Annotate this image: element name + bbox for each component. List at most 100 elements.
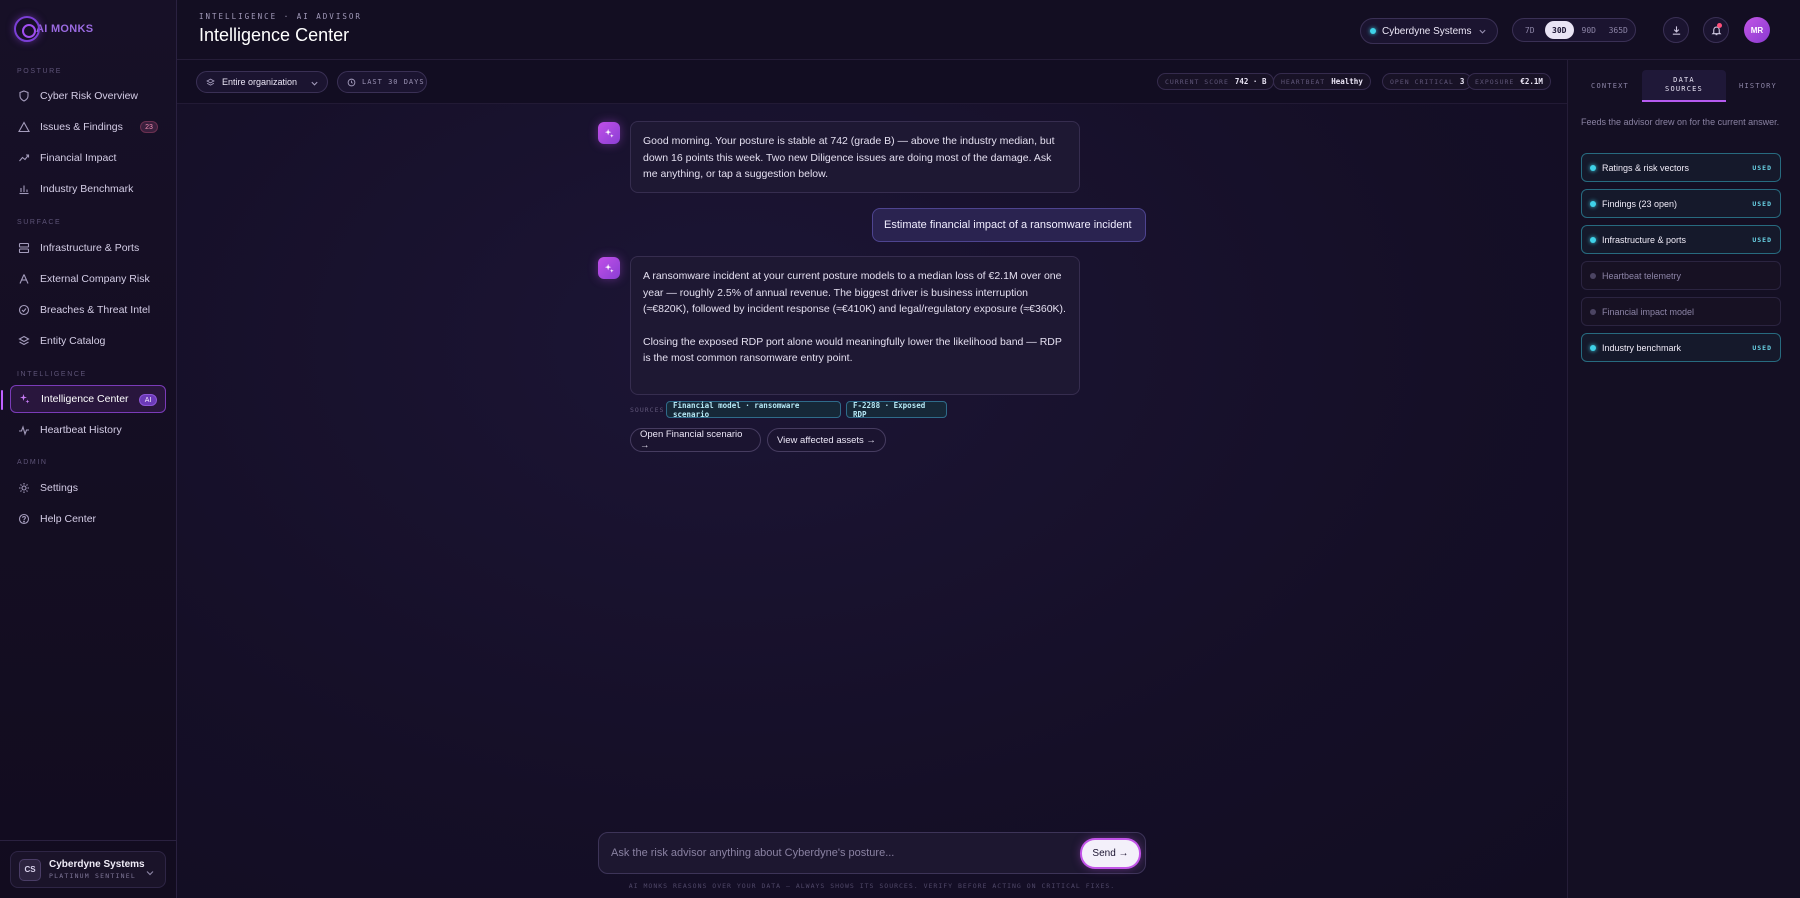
financial-icon xyxy=(18,152,30,164)
data-source-row[interactable]: Ratings & risk vectors USED xyxy=(1581,153,1781,182)
chat-input[interactable] xyxy=(611,843,1051,863)
org-select[interactable]: Cyberdyne Systems xyxy=(1360,18,1498,44)
scope-select[interactable]: Entire organization xyxy=(196,71,328,93)
sidebar-item-breaches-threat-intel[interactable]: Breaches & Threat Intel xyxy=(10,296,166,324)
used-tag: USED xyxy=(1752,344,1772,352)
period-label: LAST 30 DAYS xyxy=(362,78,425,86)
data-source-label: Findings (23 open) xyxy=(1602,198,1678,209)
ai-disclaimer: AI MONKS REASONS OVER YOUR DATA — ALWAYS… xyxy=(628,882,1116,890)
nav-section-intelligence: INTELLIGENCE xyxy=(17,371,87,378)
sidebar-item-intelligence-center[interactable]: Intelligence Center AI xyxy=(1,385,166,413)
sidebar-item-financial-impact[interactable]: Financial Impact xyxy=(10,144,166,172)
sparkle-icon xyxy=(604,128,615,139)
logo-text: AI MONKS xyxy=(36,23,94,35)
org-select-label: Cyberdyne Systems xyxy=(1382,25,1472,37)
org-name: Cyberdyne Systems xyxy=(49,859,145,870)
sidebar-item-entity-catalog[interactable]: Entity Catalog xyxy=(10,327,166,355)
sidebar-item-industry-benchmark[interactable]: Industry Benchmark xyxy=(10,175,166,203)
stat-exposure: EXPOSURE €2.1M xyxy=(1467,73,1551,90)
logo[interactable]: AI MONKS xyxy=(14,14,93,44)
download-icon xyxy=(1671,25,1682,36)
sidebar-item-issues-findings[interactable]: Issues & Findings 23 xyxy=(10,113,166,141)
context-toolbar: Entire organization LAST 30 DAYS CURRENT… xyxy=(177,60,1567,104)
chat-composer: Send → xyxy=(598,832,1146,874)
ai-badge: AI xyxy=(139,394,157,406)
sidebar-item-cyber-risk-overview[interactable]: Cyber Risk Overview xyxy=(10,82,166,110)
stat-key: OPEN CRITICAL xyxy=(1390,77,1454,86)
data-source-row[interactable]: Infrastructure & ports USED xyxy=(1581,225,1781,254)
chevron-down-icon xyxy=(310,79,318,87)
branch-icon xyxy=(18,273,30,285)
period-select[interactable]: LAST 30 DAYS xyxy=(337,71,427,93)
tab-data-sources[interactable]: DATA SOURCES xyxy=(1642,70,1726,102)
status-dot-icon xyxy=(1590,308,1596,315)
layers-icon xyxy=(18,335,30,347)
page-title: Intelligence Center xyxy=(199,25,350,45)
target-icon xyxy=(18,304,30,316)
nav-section-posture: POSTURE xyxy=(17,68,63,75)
stat-key: EXPOSURE xyxy=(1475,77,1515,86)
sidebar-item-label: Help Center xyxy=(40,513,97,525)
sidebar-item-heartbeat-history[interactable]: Heartbeat History xyxy=(10,416,166,444)
stat-key: HEARTBEAT xyxy=(1281,77,1326,86)
gear-icon xyxy=(18,482,30,494)
sidebar-item-settings[interactable]: Settings xyxy=(10,474,166,502)
range-90d[interactable]: 90D xyxy=(1574,21,1604,39)
clock-icon xyxy=(347,78,356,87)
warning-icon xyxy=(18,121,30,133)
top-header: INTELLIGENCE · AI ADVISOR Intelligence C… xyxy=(177,0,1800,60)
stat-value: 742 · B xyxy=(1234,77,1267,86)
open-financial-scenario-button[interactable]: Open Financial scenario → xyxy=(630,428,761,452)
stat-value: Healthy xyxy=(1331,77,1363,86)
data-source-row[interactable]: Findings (23 open) USED xyxy=(1581,189,1781,218)
notifications-button[interactable] xyxy=(1703,17,1729,43)
chevron-down-icon xyxy=(1478,27,1487,36)
data-source-label: Ratings & risk vectors xyxy=(1602,162,1690,173)
stat-value: €2.1M xyxy=(1520,77,1543,86)
used-tag: USED xyxy=(1752,164,1772,172)
sidebar-item-label: Settings xyxy=(40,482,78,494)
assistant-avatar xyxy=(598,122,620,144)
logo-mark-icon xyxy=(14,16,40,42)
right-panel: CONTEXT DATA SOURCES HISTORY Feeds the a… xyxy=(1567,60,1800,898)
page-eyebrow: INTELLIGENCE · AI ADVISOR xyxy=(199,12,362,21)
sidebar-item-external-company-risk[interactable]: External Company Risk xyxy=(10,265,166,293)
nav-section-surface: SURFACE xyxy=(17,219,62,226)
sidebar-item-label: Heartbeat History xyxy=(40,424,122,436)
range-365d[interactable]: 365D xyxy=(1604,21,1634,39)
sidebar-item-help-center[interactable]: Help Center xyxy=(10,505,166,533)
range-30d[interactable]: 30D xyxy=(1544,21,1574,39)
pulse-icon xyxy=(18,424,30,436)
used-tag: USED xyxy=(1752,236,1772,244)
status-dot-icon xyxy=(1590,344,1596,351)
data-source-label: Industry benchmark xyxy=(1602,342,1682,353)
sidebar-item-label: Industry Benchmark xyxy=(40,183,134,195)
source-chip[interactable]: F-2288 · Exposed RDP xyxy=(846,401,947,419)
assistant-paragraph: Closing the exposed RDP port alone would… xyxy=(643,335,1062,365)
tab-context[interactable]: CONTEXT xyxy=(1578,70,1642,102)
status-dot-icon xyxy=(1370,28,1376,34)
source-chip[interactable]: Financial model · ransomware scenario xyxy=(666,401,841,419)
chat-area: Good morning. Your posture is stable at … xyxy=(177,104,1567,898)
org-switcher[interactable]: CS Cyberdyne Systems PLATINUM SENTINEL xyxy=(10,851,166,888)
range-7d[interactable]: 7D xyxy=(1515,21,1545,39)
notification-dot xyxy=(1717,23,1722,28)
data-source-row[interactable]: Heartbeat telemetry xyxy=(1581,261,1781,290)
send-button[interactable]: Send → xyxy=(1082,840,1139,867)
view-affected-assets-button[interactable]: View affected assets → xyxy=(767,428,886,452)
data-source-row[interactable]: Financial impact model xyxy=(1581,297,1781,326)
sidebar-item-label: Financial Impact xyxy=(40,152,117,164)
stat-open-critical: OPEN CRITICAL 3 xyxy=(1382,73,1473,90)
tab-history[interactable]: HISTORY xyxy=(1726,70,1790,102)
stat-key: CURRENT SCORE xyxy=(1165,77,1229,86)
data-source-row[interactable]: Industry benchmark USED xyxy=(1581,333,1781,362)
status-dot-icon xyxy=(1590,164,1596,171)
sidebar-item-infrastructure-ports[interactable]: Infrastructure & Ports xyxy=(10,234,166,262)
chevron-down-icon xyxy=(145,865,155,876)
user-avatar[interactable]: MR xyxy=(1744,17,1770,43)
data-source-label: Infrastructure & ports xyxy=(1602,234,1687,245)
download-button[interactable] xyxy=(1663,17,1689,43)
sidebar-item-label: Breaches & Threat Intel xyxy=(40,304,151,316)
stat-heartbeat: HEARTBEAT Healthy xyxy=(1273,73,1371,90)
assistant-message: Good morning. Your posture is stable at … xyxy=(630,121,1080,193)
